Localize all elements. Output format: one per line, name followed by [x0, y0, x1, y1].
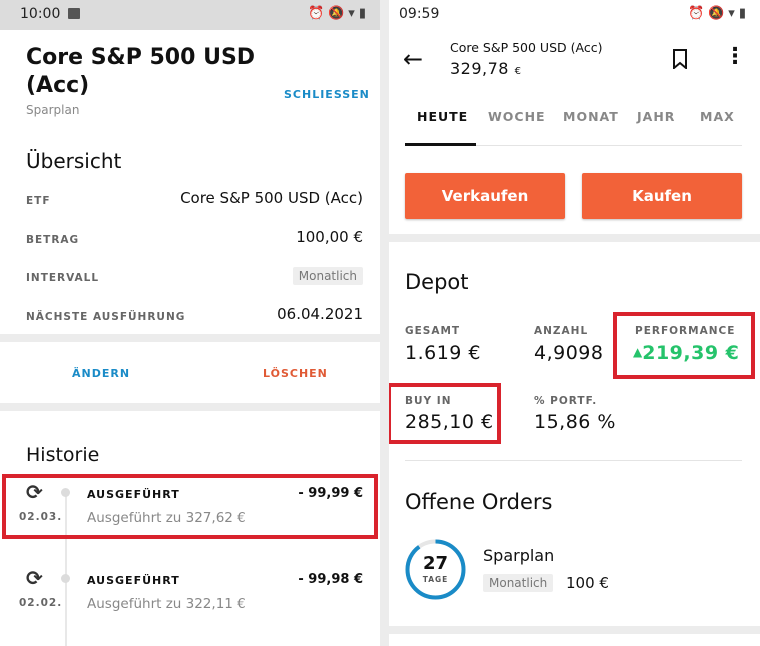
row-value-amount: 100,00 € [296, 228, 363, 246]
more-options-icon[interactable]: ⋮ [724, 46, 746, 68]
divider [0, 334, 380, 342]
row-label-etf: ETF [26, 195, 51, 207]
order-name: Sparplan [483, 546, 555, 565]
countdown-days: 27 [422, 553, 449, 574]
header-price: 329,78 € [450, 59, 522, 78]
divider [389, 626, 760, 634]
depot-quantity-value: 4,9098 [534, 342, 604, 364]
recurring-icon: ⟳ [26, 566, 43, 590]
bookmark-icon[interactable] [672, 49, 688, 73]
depot-quantity-label: ANZAHL [534, 325, 589, 337]
history-item[interactable]: ⟳ 02.02. AUSGEFÜHRT - 99,98 € Ausgeführt… [0, 562, 380, 624]
history-detail: Ausgeführt zu 322,11 € [87, 596, 246, 612]
tab-jahr[interactable]: JAHR [637, 109, 675, 124]
tab-heute[interactable]: HEUTE [417, 109, 468, 124]
plan-subtitle: Sparplan [26, 103, 80, 117]
status-bar: 10:00 ⏰🔕▾▮ [0, 0, 380, 30]
panel-separator [380, 0, 389, 646]
highlight-box [613, 312, 755, 379]
status-icons: ⏰🔕▾▮ [307, 6, 370, 21]
divider [389, 234, 760, 242]
order-interval-chip: Monatlich [483, 574, 554, 592]
tab-woche[interactable]: WOCHE [488, 109, 546, 124]
divider [405, 460, 742, 461]
depot-portfolio-share-label: % PORTF. [534, 395, 598, 407]
overview-heading: Übersicht [26, 149, 122, 173]
row-value-interval-chip: Monatlich [292, 267, 363, 285]
edit-button[interactable]: ÄNDERN [72, 367, 130, 380]
history-date: 02.02. [19, 597, 63, 609]
order-countdown[interactable]: 27 TAGE [405, 539, 466, 600]
depot-total-value: 1.619 € [405, 342, 482, 364]
status-time: 10:00 [20, 6, 61, 22]
countdown-days-label: TAGE [422, 575, 449, 584]
row-value-next-execution: 06.04.2021 [277, 305, 363, 323]
row-value-etf: Core S&P 500 USD (Acc) [180, 189, 363, 207]
highlight-box [389, 383, 501, 444]
history-heading: Historie [26, 444, 100, 466]
buy-button[interactable]: Kaufen [582, 173, 742, 219]
status-bar: 09:59 ⏰🔕▾▮ [389, 0, 760, 30]
divider [0, 403, 380, 411]
row-label-interval: INTERVALL [26, 272, 100, 284]
history-status: AUSGEFÜHRT [87, 574, 180, 587]
savings-plan-panel: 10:00 ⏰🔕▾▮ Core S&P 500 USD (Acc) Sparpl… [0, 0, 380, 646]
timeline-dot [61, 574, 70, 583]
tab-monat[interactable]: MONAT [563, 109, 619, 124]
depot-heading: Depot [405, 270, 469, 294]
status-time: 09:59 [399, 6, 440, 22]
header-instrument-name: Core S&P 500 USD (Acc) [450, 40, 603, 55]
depot-portfolio-share-value: 15,86 % [534, 411, 616, 433]
active-tab-indicator [405, 143, 476, 146]
delete-button[interactable]: LÖSCHEN [263, 367, 328, 380]
history-amount: - 99,98 € [298, 572, 363, 587]
status-icons: ⏰🔕▾▮ [687, 6, 750, 21]
row-label-amount: BETRAG [26, 234, 80, 246]
order-amount: 100 € [566, 574, 609, 592]
back-arrow-icon[interactable]: ← [403, 45, 423, 73]
tab-max[interactable]: MAX [700, 109, 735, 124]
plan-title: Core S&P 500 USD (Acc) [26, 45, 256, 98]
highlight-box [2, 474, 378, 539]
sell-button[interactable]: Verkaufen [405, 173, 565, 219]
depot-total-label: GESAMT [405, 325, 461, 337]
close-button[interactable]: SCHLIESSEN [284, 88, 370, 101]
image-icon [68, 8, 80, 19]
row-label-next-execution: NÄCHSTE AUSFÜHRUNG [26, 311, 186, 323]
instrument-panel: 09:59 ⏰🔕▾▮ ← Core S&P 500 USD (Acc) 329,… [389, 0, 760, 646]
open-orders-heading: Offene Orders [405, 490, 553, 514]
